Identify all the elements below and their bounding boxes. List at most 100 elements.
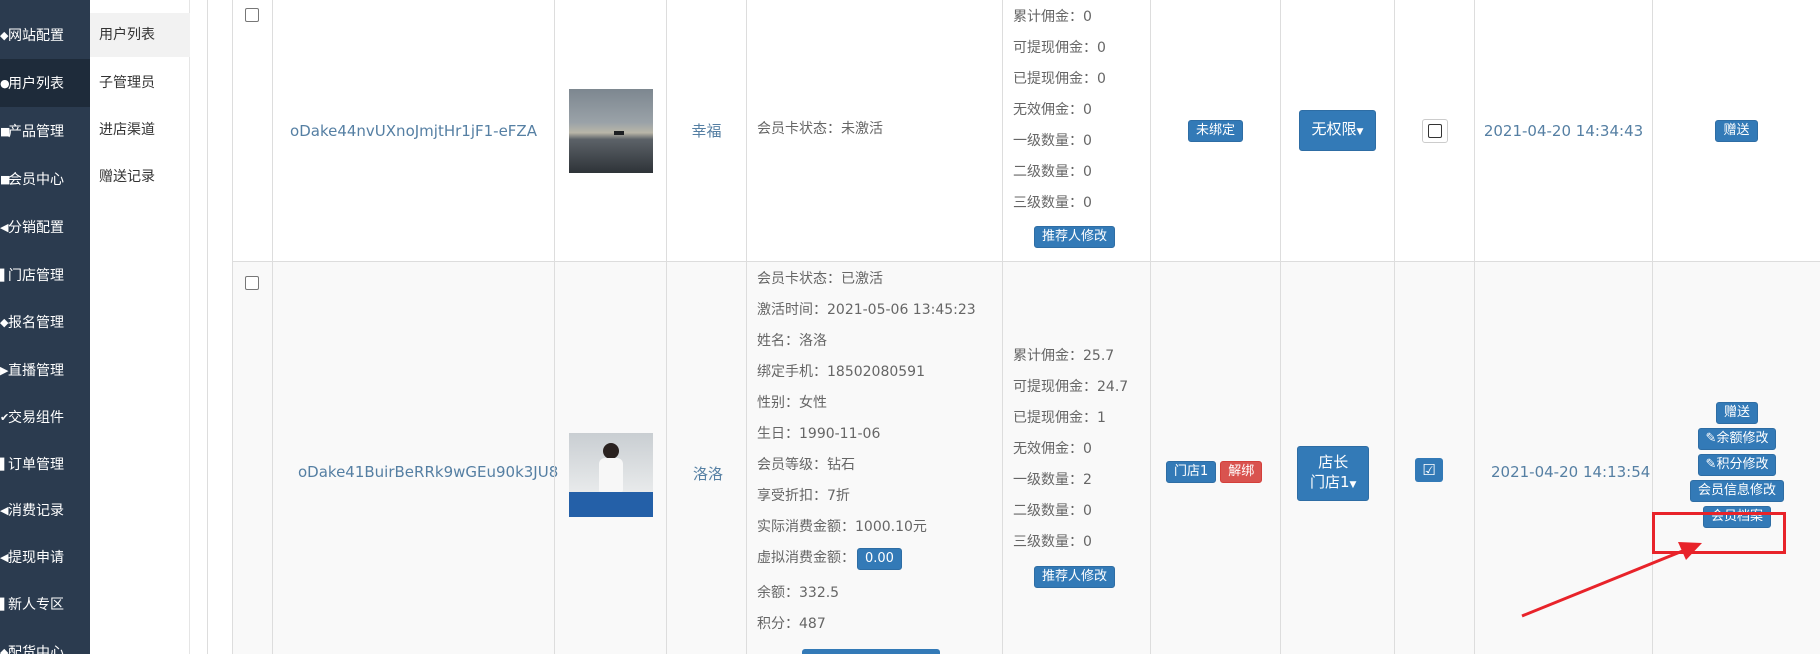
balance: 余额：332.5	[757, 585, 840, 601]
sidebar-item-delivery[interactable]: ◆ 配货中心	[0, 628, 90, 654]
subnav-user-list[interactable]: 用户列表	[90, 13, 190, 57]
sidebar-item-stores[interactable]: ▌ 门店管理	[0, 251, 90, 299]
openid-cell: oDake41BuirBeRRk9wGEu90k3JU8	[272, 262, 558, 654]
select-cell	[232, 0, 272, 261]
store-icon: ▌	[0, 268, 9, 282]
virtual-spend-button[interactable]: 0.00	[857, 547, 902, 570]
sidebar-item-distribution[interactable]: ◀ 分销配置	[0, 203, 90, 251]
role-title: 店长	[1318, 453, 1349, 471]
commission-invalid: 无效佣金：0	[1013, 441, 1092, 457]
commission-invalid: 无效佣金：0	[1013, 102, 1092, 118]
record-icon: ◀	[0, 503, 9, 517]
virtual-spend-row: 虚拟消费金额： 0.00	[757, 543, 902, 574]
subnav-sub-admins[interactable]: 子管理员	[90, 61, 190, 105]
avatar	[568, 88, 653, 173]
card-status-text: 会员卡状态：已激活	[757, 271, 883, 287]
avatar-cell	[554, 0, 666, 261]
unchecked-icon	[1427, 123, 1442, 138]
order-icon: ▌	[0, 457, 9, 471]
status-checkbox[interactable]: ☑	[1415, 458, 1443, 482]
birthday: 生日：1990-11-06	[757, 426, 881, 442]
select-cell	[232, 262, 272, 654]
user-icon: ●	[0, 76, 10, 90]
member-card-cell: 会员卡状态：已激活 激活时间：2021-05-06 13:45:23 姓名：洛洛…	[746, 262, 1002, 654]
caret-down-icon: ▼	[1349, 480, 1357, 490]
level2-count: 二级数量：0	[1013, 503, 1092, 519]
commission-withdrawn: 已提现佣金：1	[1013, 410, 1106, 426]
level3-count: 三级数量：0	[1013, 195, 1092, 211]
row-select-checkbox[interactable]	[245, 276, 259, 290]
role-cell: 无权限▼	[1280, 0, 1394, 261]
sidebar: ◆ 网站配置 ● 用户列表 ■ 产品管理 ■ 会员中心 ◀ 分销配置 ▌ 门店管理 ◆ 报名管…	[0, 0, 90, 654]
points-edit-button[interactable]: ✎积分修改	[1697, 454, 1777, 476]
product-icon: ■	[0, 124, 11, 138]
check-cell: ☑	[1394, 262, 1474, 654]
role-store-line: 门店1▼	[1310, 472, 1356, 495]
app-root: { "sidebar": { "items": [ {"icon": "gear…	[0, 0, 1820, 654]
unbind-button[interactable]: 解绑	[1220, 461, 1263, 483]
referrer-edit-button[interactable]: 推荐人修改	[1034, 566, 1116, 588]
withdraw-icon: ◀	[0, 550, 9, 564]
sidebar-item-signup[interactable]: ◆ 报名管理	[0, 298, 90, 346]
role-cell: 店长 门店1▼	[1280, 262, 1394, 654]
sidebar-item-member-center[interactable]: ■ 会员中心	[0, 155, 90, 203]
action-buttons: 赠送 ✎余额修改 ✎积分修改 会员信息修改 会员档案	[1653, 402, 1820, 528]
gift-button[interactable]: 赠送	[1715, 402, 1758, 424]
sidebar-item-consumption[interactable]: ◀ 消费记录	[0, 486, 90, 534]
time-cell: 2021-04-20 14:13:54	[1474, 262, 1652, 654]
sidebar-item-live[interactable]: ▶ 直播管理	[0, 346, 90, 394]
commission-withdrawn: 已提现佣金：0	[1013, 71, 1106, 87]
card-status-text: 会员卡状态：未激活	[757, 121, 883, 137]
nickname-cell: 洛洛	[666, 262, 746, 654]
gift-button[interactable]: 赠送	[1715, 119, 1758, 142]
openid-text: oDake44nvUXnoJmjtHr1jF1-eFZA	[290, 121, 537, 140]
partial-button[interactable]	[802, 649, 940, 654]
nickname-cell: 幸福	[666, 0, 746, 261]
checked-icon: ☑	[1422, 461, 1436, 479]
gear-icon: ◆	[0, 28, 9, 42]
sidebar-item-user-list[interactable]: ● 用户列表	[0, 59, 90, 107]
sidebar-item-orders[interactable]: ▌ 订单管理	[0, 440, 90, 488]
actions-cell: 赠送 ✎余额修改 ✎积分修改 会员信息修改 会员档案	[1652, 262, 1820, 654]
member-level: 会员等级：钻石	[757, 457, 855, 473]
points: 积分：487	[757, 616, 826, 632]
role-dropdown[interactable]: 店长 门店1▼	[1297, 446, 1370, 501]
referrer-edit-button[interactable]: 推荐人修改	[1034, 226, 1116, 248]
actual-spend: 实际消费金额：1000.10元	[757, 519, 927, 535]
member-info-edit-button[interactable]: 会员信息修改	[1689, 480, 1784, 502]
sidebar-item-withdraw[interactable]: ◀ 提现申请	[0, 533, 90, 581]
status-checkbox[interactable]	[1421, 118, 1448, 143]
time-cell: 2021-04-20 14:34:43	[1474, 0, 1652, 261]
actions-cell: 赠送	[1652, 0, 1820, 261]
commission-cell: 累计佣金：25.7 可提现佣金：24.7 已提现佣金：1 无效佣金：0 一级数量…	[1002, 262, 1150, 654]
sidebar-item-products[interactable]: ■ 产品管理	[0, 107, 90, 155]
balance-edit-button[interactable]: ✎余额修改	[1697, 428, 1777, 450]
commission-total: 累计佣金：0	[1013, 9, 1092, 25]
role-dropdown[interactable]: 无权限▼	[1298, 110, 1377, 151]
virtual-spend-label: 虚拟消费金额：	[757, 550, 855, 566]
sidebar-item-site-config[interactable]: ◆ 网站配置	[0, 11, 90, 59]
subnav-channels[interactable]: 进店渠道	[90, 108, 190, 152]
role-label: 无权限	[1311, 120, 1357, 138]
gender: 性别：女性	[757, 395, 827, 411]
member-icon: ■	[0, 172, 11, 186]
signup-icon: ◆	[0, 315, 9, 329]
nickname-text: 洛洛	[693, 465, 724, 483]
commission-withdrawable: 可提现佣金：0	[1013, 40, 1106, 56]
trade-icon: ✔	[0, 410, 10, 424]
subnav-gift-records[interactable]: 赠送记录	[90, 155, 190, 199]
table-row: oDake44nvUXnoJmjtHr1jF1-eFZA 幸福 会员卡状态：未激…	[232, 0, 1820, 262]
level1-count: 一级数量：2	[1013, 472, 1092, 488]
level3-count: 三级数量：0	[1013, 534, 1092, 550]
created-time: 2021-04-20 14:34:43	[1483, 121, 1644, 140]
member-card-cell: 会员卡状态：未激活	[746, 0, 1002, 261]
newcomer-icon: ▌	[0, 597, 9, 611]
row-select-checkbox[interactable]	[245, 8, 259, 22]
caret-down-icon: ▼	[1356, 127, 1364, 137]
highlight-box	[1652, 512, 1786, 554]
share-icon: ◀	[0, 220, 9, 234]
commission-total: 累计佣金：25.7	[1013, 348, 1115, 364]
avatar	[569, 433, 653, 517]
sidebar-item-newcomer[interactable]: ▌ 新人专区	[0, 580, 90, 628]
sidebar-item-trade[interactable]: ✔ 交易组件	[0, 393, 90, 441]
